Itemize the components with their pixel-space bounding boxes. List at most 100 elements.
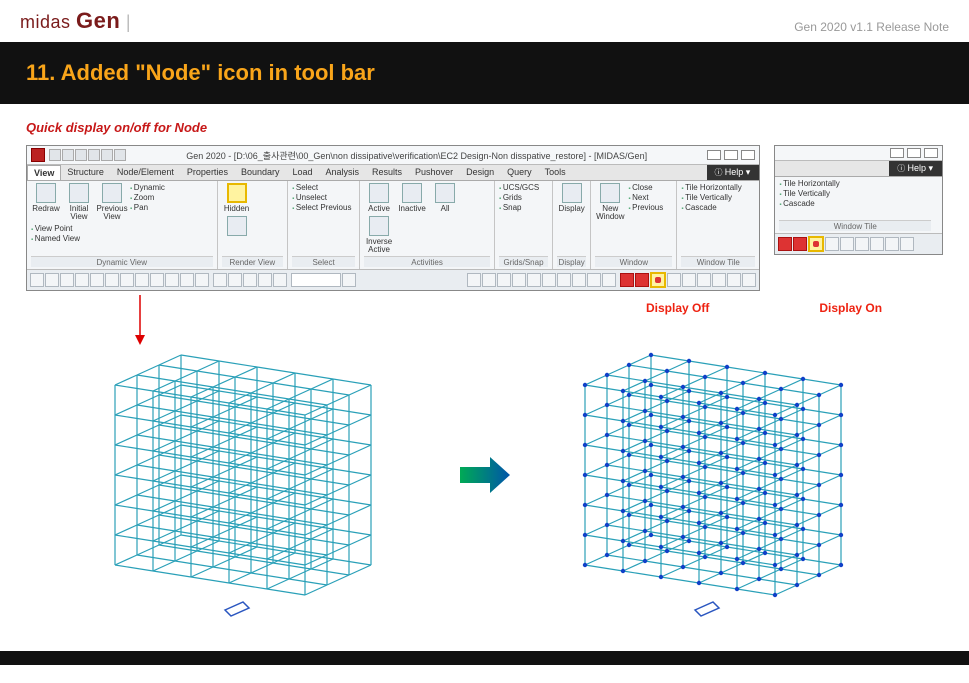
- toolbar-icon[interactable]: [742, 273, 756, 287]
- toolbar-icon[interactable]: [697, 273, 711, 287]
- qat-button[interactable]: [75, 149, 87, 161]
- toolbar-icon[interactable]: [258, 273, 272, 287]
- maximize-button[interactable]: [907, 148, 921, 158]
- app-window-side: ⓘ Help ▾ Tile Horizontally Tile Vertical…: [774, 145, 943, 255]
- tab-properties[interactable]: Properties: [181, 165, 235, 180]
- toolbar-icon[interactable]: [243, 273, 257, 287]
- toolbar-icon[interactable]: [45, 273, 59, 287]
- toolbar-icon[interactable]: [885, 237, 899, 251]
- tab-design[interactable]: Design: [460, 165, 501, 180]
- tab-results[interactable]: Results: [366, 165, 409, 180]
- toolbar-icon[interactable]: [105, 273, 119, 287]
- tab-boundary[interactable]: Boundary: [235, 165, 287, 180]
- toolbar-icon[interactable]: [165, 273, 179, 287]
- qat-button[interactable]: [114, 149, 126, 161]
- tab-query[interactable]: Query: [501, 165, 539, 180]
- toolbar-icon[interactable]: [682, 273, 696, 287]
- toolbar-icon[interactable]: [467, 273, 481, 287]
- toolbar-icon[interactable]: [855, 237, 869, 251]
- tile-options: Tile Horizontally Tile Vertically Cascad…: [681, 183, 741, 212]
- toolbar-icon[interactable]: [602, 273, 616, 287]
- toolbar-icon[interactable]: [512, 273, 526, 287]
- qat-button[interactable]: [88, 149, 100, 161]
- hidden-button[interactable]: Hidden: [222, 183, 252, 213]
- qat-button[interactable]: [101, 149, 113, 161]
- render-toggle-button[interactable]: [222, 216, 252, 236]
- toolbar-icon[interactable]: [342, 273, 356, 287]
- node-toggle-icon[interactable]: [650, 272, 666, 288]
- group-label: Window Tile: [779, 220, 931, 231]
- help-button[interactable]: ⓘ Help ▾: [889, 161, 942, 176]
- group-label: Display: [557, 256, 586, 267]
- toolbar-icon[interactable]: [667, 273, 681, 287]
- window-options: Close Next Previous: [628, 183, 663, 212]
- minimize-button[interactable]: [890, 148, 904, 158]
- inactive-button[interactable]: Inactive: [397, 183, 427, 213]
- toolbar-icon[interactable]: [557, 273, 571, 287]
- node-toggle-icon[interactable]: [808, 236, 824, 252]
- toolbar-icon[interactable]: [620, 273, 634, 287]
- toolbar-icon[interactable]: [587, 273, 601, 287]
- toolbar-icon[interactable]: [572, 273, 586, 287]
- qat-button[interactable]: [49, 149, 61, 161]
- toolbar-icon[interactable]: [195, 273, 209, 287]
- close-button[interactable]: [924, 148, 938, 158]
- toolbar-icon[interactable]: [482, 273, 496, 287]
- toolbar-icon[interactable]: [727, 273, 741, 287]
- hidden-icon: [227, 183, 247, 203]
- toolbar-icon[interactable]: [228, 273, 242, 287]
- all-button[interactable]: All: [430, 183, 460, 213]
- toolbar-icon[interactable]: [75, 273, 89, 287]
- previous-view-button[interactable]: Previous View: [97, 183, 127, 221]
- app-window-main: Gen 2020 - [D:\06_출사관련\00_Gen\non dissip…: [26, 145, 760, 291]
- toolbar-icon[interactable]: [497, 273, 511, 287]
- active-button[interactable]: Active: [364, 183, 394, 213]
- tab-tools[interactable]: Tools: [539, 165, 573, 180]
- brand-prefix: midas: [20, 12, 71, 32]
- toolbar-icon-strip-side: [775, 233, 942, 254]
- group-label: Window: [595, 256, 672, 267]
- toolbar-icon[interactable]: [825, 237, 839, 251]
- app-titlebar: Gen 2020 - [D:\06_출사관련\00_Gen\non dissip…: [27, 146, 759, 165]
- new-window-button[interactable]: New Window: [595, 183, 625, 221]
- tab-analysis[interactable]: Analysis: [320, 165, 367, 180]
- toolbar-icon[interactable]: [527, 273, 541, 287]
- qat-button[interactable]: [62, 149, 74, 161]
- view-options-2: View Point Named View: [31, 224, 80, 243]
- help-button[interactable]: ⓘ Help ▾: [707, 165, 760, 180]
- toolbar-icon[interactable]: [60, 273, 74, 287]
- tile-options: Tile Horizontally Tile Vertically Cascad…: [779, 179, 839, 208]
- maximize-button[interactable]: [724, 150, 738, 160]
- toolbar-icon[interactable]: [793, 237, 807, 251]
- toolbar-dropdown[interactable]: [291, 273, 341, 287]
- tab-pushover[interactable]: Pushover: [409, 165, 460, 180]
- display-button[interactable]: Display: [557, 183, 586, 213]
- toolbar-icon[interactable]: [135, 273, 149, 287]
- toolbar-icon[interactable]: [273, 273, 287, 287]
- display-on-label: Display On: [819, 301, 882, 315]
- toolbar-icon[interactable]: [840, 237, 854, 251]
- toolbar-icon[interactable]: [213, 273, 227, 287]
- toolbar-icon[interactable]: [180, 273, 194, 287]
- tab-structure[interactable]: Structure: [61, 165, 111, 180]
- toolbar-icon[interactable]: [778, 237, 792, 251]
- toolbar-icon[interactable]: [712, 273, 726, 287]
- toolbar-icon[interactable]: [120, 273, 134, 287]
- inverse-active-button[interactable]: Inverse Active: [364, 216, 394, 254]
- brand-logo: midas Gen |: [20, 8, 131, 34]
- app-icon: [31, 148, 45, 162]
- initial-view-button[interactable]: Initial View: [64, 183, 94, 221]
- toolbar-icon[interactable]: [150, 273, 164, 287]
- tab-node-element[interactable]: Node/Element: [111, 165, 181, 180]
- redraw-button[interactable]: Redraw: [31, 183, 61, 213]
- toolbar-icon[interactable]: [635, 273, 649, 287]
- toolbar-icon[interactable]: [30, 273, 44, 287]
- toolbar-icon[interactable]: [900, 237, 914, 251]
- tab-load[interactable]: Load: [286, 165, 319, 180]
- minimize-button[interactable]: [707, 150, 721, 160]
- tab-view[interactable]: View: [27, 165, 61, 180]
- close-button[interactable]: [741, 150, 755, 160]
- toolbar-icon[interactable]: [870, 237, 884, 251]
- toolbar-icon[interactable]: [90, 273, 104, 287]
- toolbar-icon[interactable]: [542, 273, 556, 287]
